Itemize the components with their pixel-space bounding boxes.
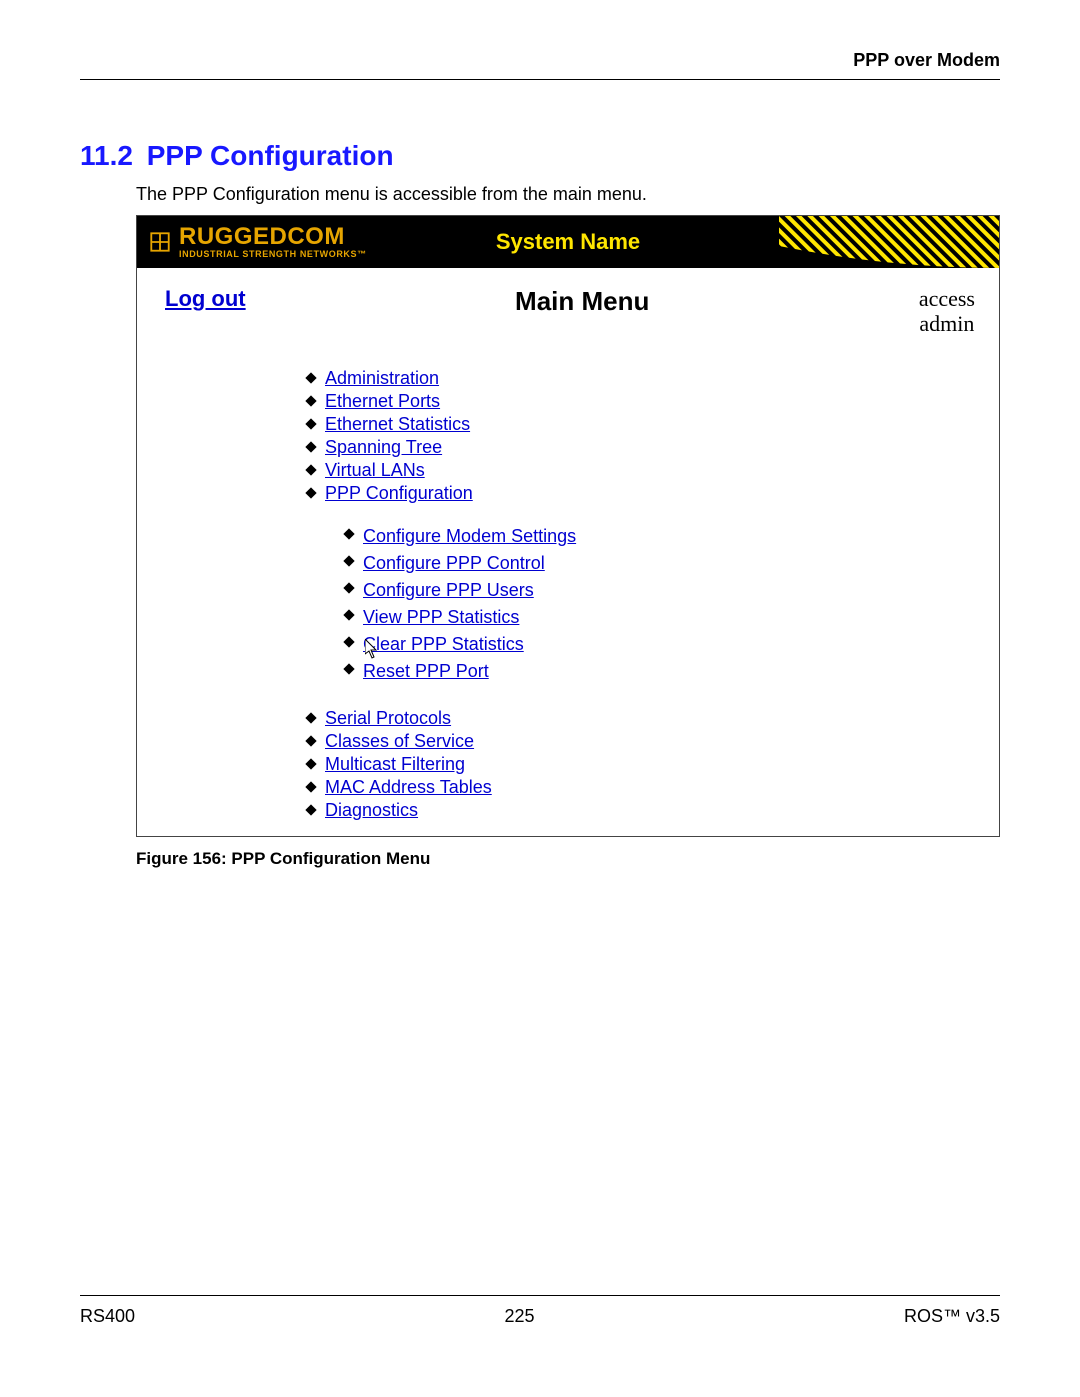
menu-link-classes-of-service[interactable]: Classes of Service	[325, 731, 474, 751]
menu-link-ethernet-statistics[interactable]: Ethernet Statistics	[325, 414, 470, 434]
menu-link-ethernet-ports[interactable]: Ethernet Ports	[325, 391, 440, 411]
menu-item: PPP Configuration	[307, 482, 999, 505]
submenu-link-configure-modem-settings[interactable]: Configure Modem Settings	[363, 526, 576, 546]
footer-page-number: 225	[504, 1306, 534, 1327]
submenu-item: Configure PPP Users	[345, 577, 999, 604]
page-footer: RS400 225 ROS™ v3.5	[80, 1295, 1000, 1327]
menu-link-multicast-filtering[interactable]: Multicast Filtering	[325, 754, 465, 774]
access-line-2: admin	[919, 311, 975, 336]
menu-item: MAC Address Tables	[307, 776, 999, 799]
brand-logo: RUGGEDCOM INDUSTRIAL STRENGTH NETWORKS™	[137, 225, 367, 259]
brand-name: RUGGEDCOM	[179, 225, 367, 249]
menu-item: Virtual LANs	[307, 459, 999, 482]
submenu-item: View PPP Statistics	[345, 604, 999, 631]
menu-item: Ethernet Ports	[307, 390, 999, 413]
menu-item: Administration	[307, 367, 999, 390]
menu-link-serial-protocols[interactable]: Serial Protocols	[325, 708, 451, 728]
submenu-item: Configure PPP Control	[345, 550, 999, 577]
menu-link-diagnostics[interactable]: Diagnostics	[325, 800, 418, 820]
brand-glyph-icon	[149, 231, 171, 253]
submenu-link-reset-ppp-port[interactable]: Reset PPP Port	[363, 661, 489, 681]
submenu-item: Clear PPP Statistics	[345, 631, 999, 658]
menu-link-mac-address-tables[interactable]: MAC Address Tables	[325, 777, 492, 797]
footer-right: ROS™ v3.5	[904, 1306, 1000, 1327]
submenu-item: Configure Modem Settings	[345, 523, 999, 550]
menu-link-virtual-lans[interactable]: Virtual LANs	[325, 460, 425, 480]
access-line-1: access	[919, 286, 975, 311]
access-level: access admin	[919, 286, 975, 337]
menu-item: Ethernet Statistics	[307, 413, 999, 436]
section-heading: 11.2 PPP Configuration	[80, 140, 1000, 172]
menu-item: Diagnostics	[307, 799, 999, 822]
ppp-submenu: Configure Modem Settings Configure PPP C…	[345, 523, 999, 685]
main-menu-title: Main Menu	[246, 286, 919, 317]
header-right: PPP over Modem	[853, 50, 1000, 70]
section-number: 11.2	[80, 140, 133, 171]
menu-item: Spanning Tree	[307, 436, 999, 459]
info-bar: Log out Main Menu access admin	[137, 268, 999, 343]
app-topbar: RUGGEDCOM INDUSTRIAL STRENGTH NETWORKS™ …	[137, 216, 999, 268]
submenu-link-clear-ppp-statistics[interactable]: Clear PPP Statistics	[363, 634, 524, 654]
menu-link-spanning-tree[interactable]: Spanning Tree	[325, 437, 442, 457]
submenu-link-configure-ppp-users[interactable]: Configure PPP Users	[363, 580, 534, 600]
submenu-link-configure-ppp-control[interactable]: Configure PPP Control	[363, 553, 545, 573]
section-intro: The PPP Configuration menu is accessible…	[136, 184, 1000, 205]
submenu-link-view-ppp-statistics[interactable]: View PPP Statistics	[363, 607, 519, 627]
page-header: PPP over Modem	[80, 50, 1000, 80]
submenu-item: Reset PPP Port	[345, 658, 999, 685]
hatch-decoration-icon	[779, 216, 999, 268]
main-menu-list: Administration Ethernet Ports Ethernet S…	[137, 343, 999, 836]
menu-item: Multicast Filtering	[307, 753, 999, 776]
menu-item: Serial Protocols	[307, 707, 999, 730]
section-title: PPP Configuration	[147, 140, 394, 171]
figure-caption: Figure 156: PPP Configuration Menu	[136, 849, 1000, 869]
footer-left: RS400	[80, 1306, 135, 1327]
figure-screenshot: RUGGEDCOM INDUSTRIAL STRENGTH NETWORKS™ …	[136, 215, 1000, 837]
menu-link-administration[interactable]: Administration	[325, 368, 439, 388]
system-name-title: System Name	[496, 229, 640, 255]
logout-link[interactable]: Log out	[165, 286, 246, 312]
brand-tagline: INDUSTRIAL STRENGTH NETWORKS™	[179, 250, 367, 259]
menu-item: Classes of Service	[307, 730, 999, 753]
menu-link-ppp-configuration[interactable]: PPP Configuration	[325, 483, 473, 503]
